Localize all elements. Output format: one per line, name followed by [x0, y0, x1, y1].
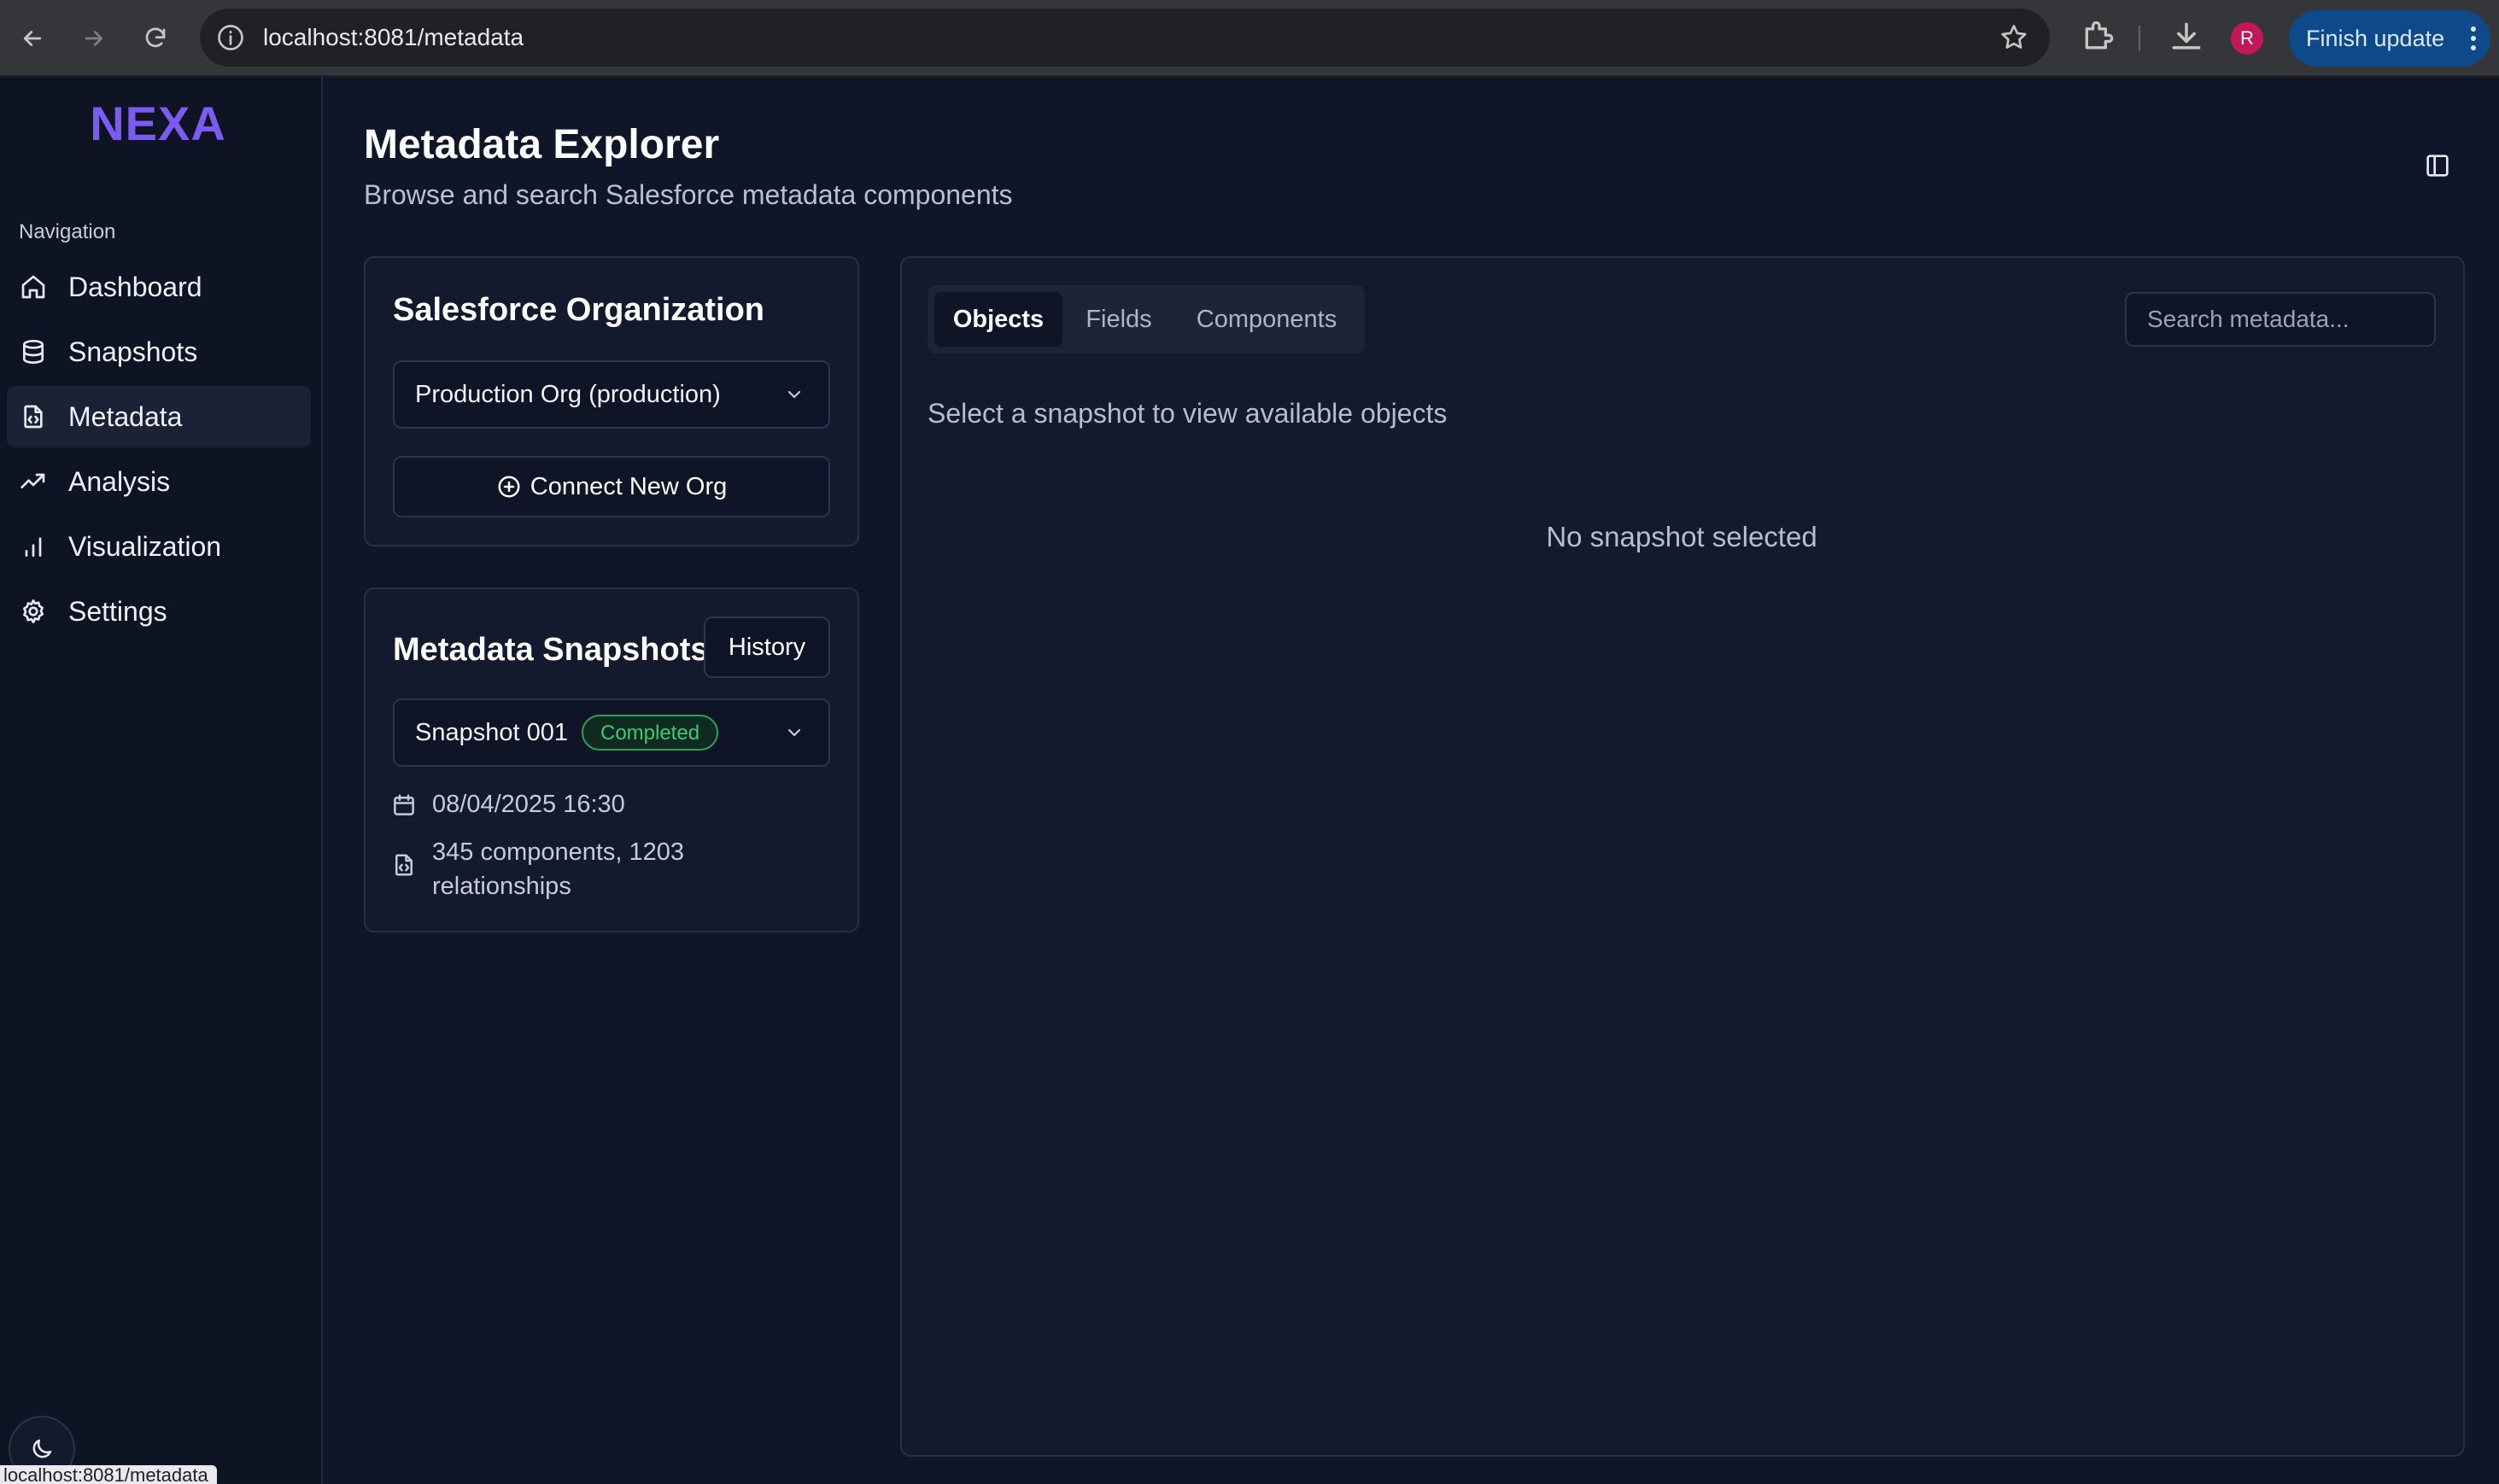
panel-layout-icon[interactable]: [2424, 152, 2451, 179]
link-status-bar: localhost:8081/metadata: [0, 1465, 217, 1484]
history-button[interactable]: History: [704, 616, 830, 678]
page-subtitle: Browse and search Salesforce metadata co…: [364, 179, 1013, 210]
sidebar-item-label: Metadata: [68, 400, 183, 432]
snapshot-summary-row: 345 components, 1203 relationships: [391, 835, 705, 903]
gear-icon: [19, 597, 48, 626]
sidebar-item-analysis[interactable]: Analysis: [7, 451, 311, 512]
search-input[interactable]: [2125, 292, 2436, 347]
browser-toolbar: localhost:8081/metadata R Finish update: [0, 0, 2499, 77]
sidebar: NEXA Navigation Dashboard Snapshots Meta…: [0, 77, 323, 1484]
sidebar-item-label: Visualization: [68, 530, 222, 562]
snapshots-card-title: Metadata Snapshots: [393, 632, 709, 668]
tab-components[interactable]: Components: [1175, 292, 1358, 347]
bookmark-star-icon[interactable]: [1999, 22, 2029, 53]
sidebar-item-label: Snapshots: [68, 336, 198, 367]
bar-chart-icon: [19, 532, 48, 561]
org-select[interactable]: Production Org (production): [393, 360, 830, 429]
sidebar-item-label: Analysis: [68, 465, 171, 497]
snapshot-summary: 345 components, 1203 relationships: [432, 838, 685, 900]
site-info-icon[interactable]: [215, 22, 246, 53]
toolbar-divider: [2139, 26, 2140, 51]
nav-heading: Navigation: [19, 220, 116, 243]
arrow-right-icon: [85, 31, 103, 46]
sidebar-item-visualization[interactable]: Visualization: [7, 516, 311, 577]
file-code-icon: [391, 852, 417, 878]
status-badge: Completed: [581, 715, 719, 751]
page-title: Metadata Explorer: [364, 122, 720, 167]
file-code-icon: [19, 402, 48, 431]
snapshot-date-row: 08/04/2025 16:30: [391, 787, 625, 821]
home-icon: [19, 272, 48, 301]
history-label: History: [728, 633, 806, 661]
connect-new-org-label: Connect New Org: [530, 472, 728, 500]
org-card-title: Salesforce Organization: [393, 292, 765, 328]
sidebar-item-label: Settings: [68, 595, 167, 627]
trending-up-icon: [19, 467, 48, 496]
profile-avatar[interactable]: R: [2231, 22, 2263, 55]
reload-button[interactable]: [135, 18, 176, 59]
moon-icon: [32, 1439, 52, 1458]
finish-update-label: Finish update: [2306, 26, 2445, 51]
sidebar-item-dashboard[interactable]: Dashboard: [7, 256, 311, 318]
back-button[interactable]: [12, 18, 53, 59]
tab-fields[interactable]: Fields: [1066, 292, 1172, 347]
url-text: localhost:8081/metadata: [263, 24, 524, 50]
tab-objects[interactable]: Objects: [934, 292, 1062, 347]
org-select-value: Production Org (production): [415, 380, 721, 408]
address-bar[interactable]: localhost:8081/metadata: [200, 9, 2050, 67]
more-vert-icon: [2470, 26, 2477, 51]
explorer-card: [900, 256, 2465, 1457]
database-icon: [19, 337, 48, 366]
explorer-tabs: Objects Fields Components: [928, 285, 1365, 353]
chevron-down-icon: [784, 722, 805, 743]
snapshot-date: 08/04/2025 16:30: [432, 791, 625, 818]
extensions-icon[interactable]: [2081, 18, 2118, 56]
sidebar-item-settings[interactable]: Settings: [7, 581, 311, 642]
empty-state-text: No snapshot selected: [1546, 521, 1817, 552]
finish-update-button[interactable]: Finish update: [2289, 10, 2490, 67]
snapshot-select-value: Snapshot 001: [415, 718, 568, 746]
plus-circle-icon: [496, 474, 522, 500]
app-logo[interactable]: NEXA: [0, 96, 316, 151]
snapshot-select[interactable]: Snapshot 001 Completed: [393, 698, 830, 767]
download-icon[interactable]: [2168, 18, 2205, 56]
helper-text: Select a snapshot to view available obje…: [928, 398, 1448, 429]
sidebar-item-metadata[interactable]: Metadata: [7, 386, 311, 447]
forward-button[interactable]: [73, 18, 114, 59]
connect-new-org-button[interactable]: Connect New Org: [393, 456, 830, 517]
reload-icon: [145, 27, 166, 48]
chevron-down-icon: [784, 384, 805, 405]
sidebar-item-snapshots[interactable]: Snapshots: [7, 321, 311, 383]
calendar-icon: [391, 792, 417, 818]
arrow-left-icon: [23, 31, 42, 46]
sidebar-item-label: Dashboard: [68, 271, 202, 302]
